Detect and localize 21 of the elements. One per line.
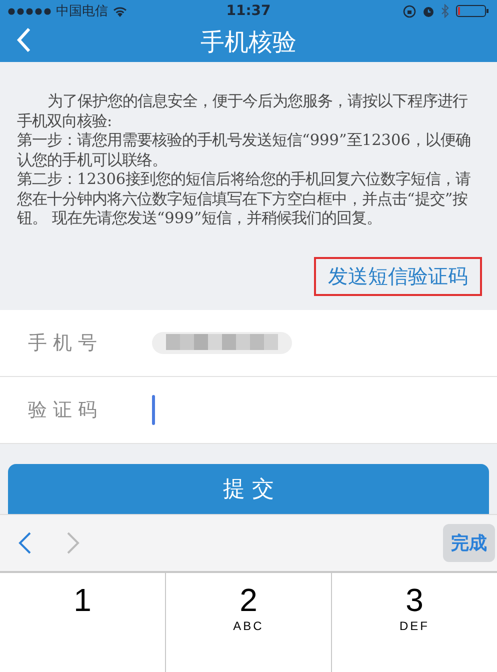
back-icon[interactable] xyxy=(16,27,32,53)
carrier-name: 中国电信 xyxy=(56,3,108,20)
rotation-lock-icon xyxy=(403,4,416,18)
keypad-key[interactable]: 3 DEF xyxy=(332,573,497,672)
instruction-text: 第二步：12306接到您的短信后将给您的手机回复六位数字短信，请您在十分钟内将六位数字短信填写在下方空白框中，并点击“提交”按钮。 现在先请您发送“999”短信，并稍候我们的回复。 xyxy=(17,170,472,228)
page-title: 手机核验 xyxy=(200,27,296,58)
battery-icon xyxy=(456,5,489,17)
wifi-icon xyxy=(112,5,128,17)
instruction-text: 为了保护您的信息安全，便于今后为您服务，请按以下程序进行手机双向核验: xyxy=(17,92,469,131)
field-label: 验 证 码 xyxy=(28,398,98,423)
send-code-link[interactable]: 发送短信验证码 xyxy=(314,257,482,296)
alarm-icon xyxy=(422,4,435,18)
keypad-key[interactable]: 2 ABC xyxy=(166,573,331,672)
status-time: 11:37 xyxy=(226,3,271,19)
field-label: 手 机 号 xyxy=(28,331,98,356)
signal-icon xyxy=(8,8,52,14)
submit-button[interactable]: 提 交 xyxy=(8,464,489,514)
bluetooth-icon xyxy=(441,4,450,18)
previous-icon[interactable] xyxy=(18,531,32,555)
keypad-key[interactable]: 1 xyxy=(0,573,165,672)
instruction-text: 第一步：请您用需要核验的手机号发送短信“999”至12306，以便确认您的手机可以联络。 xyxy=(17,131,472,170)
